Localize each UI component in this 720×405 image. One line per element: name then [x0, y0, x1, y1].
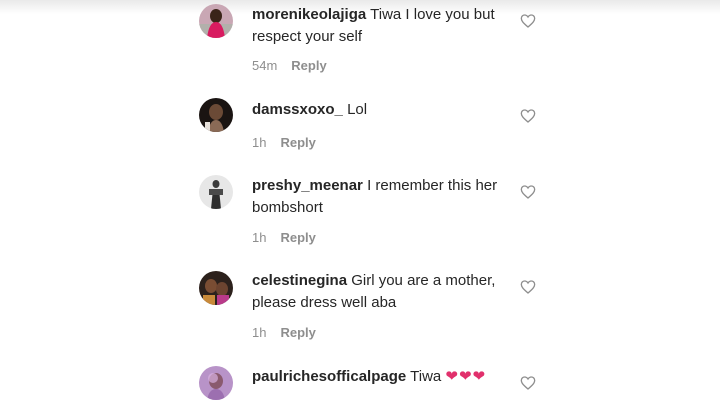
- comment-username[interactable]: paulrichesofficalpage: [252, 368, 406, 385]
- reply-button[interactable]: Reply: [291, 58, 326, 73]
- comment-meta: 1h Reply: [252, 230, 316, 245]
- comment-meta: 1h Reply: [252, 325, 316, 340]
- avatar[interactable]: [199, 175, 233, 209]
- comment-text: preshy_meenar I remember this her bombsh…: [252, 175, 514, 219]
- comment-time: 1h: [252, 135, 267, 150]
- comment-time: 54m: [252, 58, 278, 73]
- reply-button[interactable]: Reply: [280, 325, 315, 340]
- avatar[interactable]: [199, 98, 233, 132]
- reply-button[interactable]: Reply: [280, 135, 315, 150]
- heart-emoji: ❤❤❤: [445, 368, 487, 385]
- avatar[interactable]: [199, 4, 233, 38]
- comment-body: Tiwa: [410, 368, 442, 385]
- heart-outline-icon[interactable]: [520, 108, 536, 124]
- heart-outline-icon[interactable]: [520, 279, 536, 295]
- comment-text: celestinegina Girl you are a mother, ple…: [252, 270, 514, 314]
- comment-time: 1h: [252, 325, 267, 340]
- reply-button[interactable]: Reply: [280, 230, 315, 245]
- comment-username[interactable]: celestinegina: [252, 272, 347, 289]
- comment-meta: 1h Reply: [252, 135, 316, 150]
- comment-username[interactable]: preshy_meenar: [252, 177, 363, 194]
- heart-outline-icon[interactable]: [520, 13, 536, 29]
- comment-body: Lol: [347, 101, 368, 118]
- comment-username[interactable]: morenikeolajiga: [252, 6, 366, 23]
- comment-meta: 54m Reply: [252, 58, 327, 73]
- heart-outline-icon[interactable]: [520, 375, 536, 391]
- heart-outline-icon[interactable]: [520, 184, 536, 200]
- avatar[interactable]: [199, 271, 233, 305]
- avatar[interactable]: [199, 366, 233, 400]
- comment-text: morenikeolajiga Tiwa I love you but resp…: [252, 4, 514, 48]
- comment-time: 1h: [252, 230, 267, 245]
- comment-username[interactable]: damssxoxo_: [252, 101, 343, 118]
- comment-text: damssxoxo_ Lol: [252, 99, 514, 121]
- comment-text: paulrichesofficalpage Tiwa ❤❤❤: [252, 366, 514, 388]
